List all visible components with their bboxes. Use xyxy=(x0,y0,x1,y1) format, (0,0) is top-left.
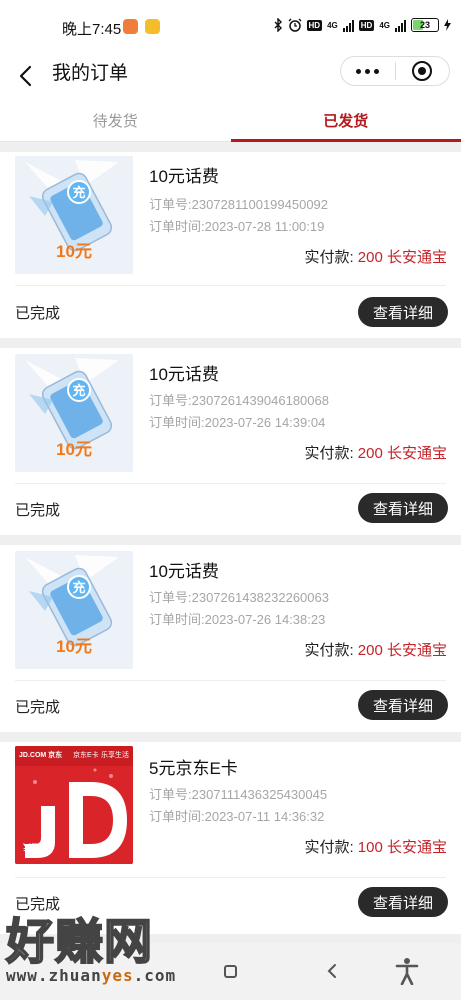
order-card: 充 10元 10元话费 订单号:2307281100199450092 订单时间… xyxy=(0,152,461,338)
product-thumbnail: JD.COM 京东 京东E卡 乐享生活 ¥5 xyxy=(15,746,133,864)
order-status: 已完成 xyxy=(15,699,61,716)
thumbnail-price: ¥5 xyxy=(23,840,39,856)
thumbnail-price: 10元 xyxy=(56,440,92,459)
jd-brand-text: JD.COM 京东 xyxy=(19,752,63,759)
order-tabs: 待发货 已发货 xyxy=(0,100,461,142)
page-title: 我的订单 xyxy=(52,63,129,84)
order-time: 订单时间:2023-07-11 14:36:32 xyxy=(149,809,325,824)
system-back-icon[interactable] xyxy=(320,959,344,983)
charging-icon xyxy=(444,19,451,31)
paid-amount-row: 实付款: 200 长安通宝 xyxy=(304,639,447,660)
view-details-button[interactable]: 查看详细 xyxy=(358,887,448,917)
target-close-icon xyxy=(412,61,433,81)
svg-text:充: 充 xyxy=(72,383,85,399)
view-details-button[interactable]: 查看详细 xyxy=(358,297,448,327)
card-divider xyxy=(15,285,446,286)
more-dots-icon xyxy=(356,68,380,74)
paid-amount: 200 长安通宝 xyxy=(357,642,447,659)
battery-level: 23 xyxy=(419,20,430,30)
network-4g-icon: 4G xyxy=(327,20,338,30)
paid-amount-row: 实付款: 200 长安通宝 xyxy=(304,246,447,267)
paid-amount: 200 长安通宝 xyxy=(357,249,447,266)
watermark-url-highlight: yes xyxy=(101,966,134,985)
more-menu-button[interactable] xyxy=(341,56,395,86)
view-details-button[interactable]: 查看详细 xyxy=(358,690,448,720)
watermark-url-suffix: .com xyxy=(133,966,177,985)
product-thumbnail: 充 10元 xyxy=(15,354,133,472)
thumbnail-price: 10元 xyxy=(56,242,92,261)
status-bar: 晚上7:45 HD 4G HD 4G 23 xyxy=(0,0,461,56)
thumbnail-price: 10元 xyxy=(56,637,92,656)
paid-amount-row: 实付款: 100 长安通宝 xyxy=(304,836,447,857)
notification-app-icon xyxy=(123,19,138,34)
accessibility-icon[interactable] xyxy=(394,957,420,985)
mini-program-capsule xyxy=(340,56,450,86)
paid-amount-row: 实付款: 200 长安通宝 xyxy=(304,442,447,463)
signal-icon xyxy=(395,19,406,32)
order-title: 10元话费 xyxy=(149,365,219,384)
network-4g-icon: 4G xyxy=(379,20,390,30)
order-title: 5元京东E卡 xyxy=(149,759,238,778)
card-divider xyxy=(15,483,446,484)
title-bar: 我的订单 xyxy=(0,56,461,100)
order-status: 已完成 xyxy=(15,896,61,913)
hd-icon: HD xyxy=(306,19,323,31)
order-number: 订单号:2307281100199450092 xyxy=(149,197,329,212)
order-status: 已完成 xyxy=(15,305,61,322)
watermark-url-prefix: www.zhuan xyxy=(6,966,102,985)
notification-app-icon xyxy=(145,19,160,34)
svg-text:充: 充 xyxy=(72,580,85,596)
product-thumbnail: 充 10元 xyxy=(15,551,133,669)
order-time: 订单时间:2023-07-26 14:39:04 xyxy=(149,415,326,430)
watermark-url: www.zhuanyes.com xyxy=(6,966,196,985)
order-card: 充 10元 10元话费 订单号:2307261439046180068 订单时间… xyxy=(0,348,461,535)
recent-apps-icon[interactable] xyxy=(224,965,237,978)
battery-icon: 23 xyxy=(411,18,439,32)
order-number: 订单号:2307261439046180068 xyxy=(149,393,329,408)
hd-icon: HD xyxy=(358,19,375,31)
product-thumbnail: 充 10元 xyxy=(15,156,133,274)
paid-label: 实付款: xyxy=(304,249,354,266)
bluetooth-icon xyxy=(274,18,282,32)
order-time: 订单时间:2023-07-28 11:00:19 xyxy=(149,219,325,234)
card-divider xyxy=(15,877,446,878)
paid-label: 实付款: xyxy=(304,839,354,856)
watermark-logo-text: 好赚网 xyxy=(5,913,154,971)
jd-tag-text: 乐享生活 xyxy=(101,752,129,759)
tab-pending-shipment[interactable]: 待发货 xyxy=(0,100,231,141)
order-time: 订单时间:2023-07-26 14:38:23 xyxy=(149,612,326,627)
paid-amount: 200 长安通宝 xyxy=(357,445,447,462)
order-number: 订单号:2307261438232260063 xyxy=(149,590,329,605)
order-status: 已完成 xyxy=(15,502,61,519)
order-card: 充 10元 10元话费 订单号:2307261438232260063 订单时间… xyxy=(0,545,461,732)
tab-shipped[interactable]: 已发货 xyxy=(230,100,461,142)
paid-amount: 100 长安通宝 xyxy=(357,839,447,856)
close-mini-program-button[interactable] xyxy=(395,56,449,86)
status-indicators: HD 4G HD 4G 23 xyxy=(274,18,451,32)
signal-icon xyxy=(342,19,354,32)
view-details-button[interactable]: 查看详细 xyxy=(358,493,448,523)
alarm-icon xyxy=(288,18,302,32)
jd-tagline-text: 京东E卡 xyxy=(73,752,99,759)
paid-label: 实付款: xyxy=(304,642,354,659)
site-watermark: 好赚网 www.zhuanyes.com xyxy=(5,913,196,994)
paid-label: 实付款: xyxy=(304,445,354,462)
status-time: 晚上7:45 xyxy=(62,21,122,38)
svg-text:充: 充 xyxy=(72,185,85,201)
order-title: 10元话费 xyxy=(149,562,219,581)
card-divider xyxy=(15,680,446,681)
order-title: 10元话费 xyxy=(149,167,219,186)
order-card: JD.COM 京东 京东E卡 乐享生活 ¥5 5元京东E卡 订单号:230711… xyxy=(0,742,461,934)
order-number: 订单号:2307111436325430045 xyxy=(149,787,328,802)
back-arrow-icon[interactable] xyxy=(14,62,42,90)
